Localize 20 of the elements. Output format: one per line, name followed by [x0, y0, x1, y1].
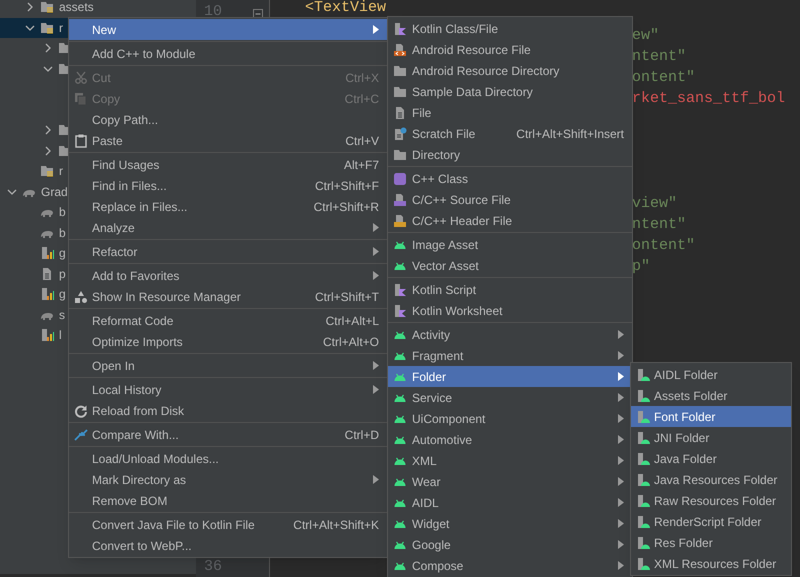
tree-label: l — [59, 327, 62, 344]
tree-label: p — [59, 266, 66, 283]
tree-label: g — [59, 286, 66, 304]
tree-label: b — [59, 224, 66, 242]
tree-label: r — [59, 163, 63, 180]
code-line: ew" — [632, 26, 660, 46]
code-line: rket_sans_ttf_bol — [632, 89, 786, 109]
tree-label: r — [59, 20, 63, 37]
code-line: ntent" — [632, 215, 686, 235]
code-line: <TextView — [305, 0, 386, 16]
tree-label: Grad — [41, 184, 68, 201]
code-line: ontent" — [632, 68, 696, 88]
tree-label: b — [59, 204, 66, 222]
tree-label: assets — [59, 0, 94, 16]
code-line: ontent" — [632, 236, 696, 256]
code-line: view" — [632, 194, 678, 214]
tree-label: s — [59, 306, 65, 324]
code-line: ntent" — [632, 47, 686, 67]
tree-label: g — [59, 245, 66, 262]
code-line: p" — [632, 257, 650, 277]
